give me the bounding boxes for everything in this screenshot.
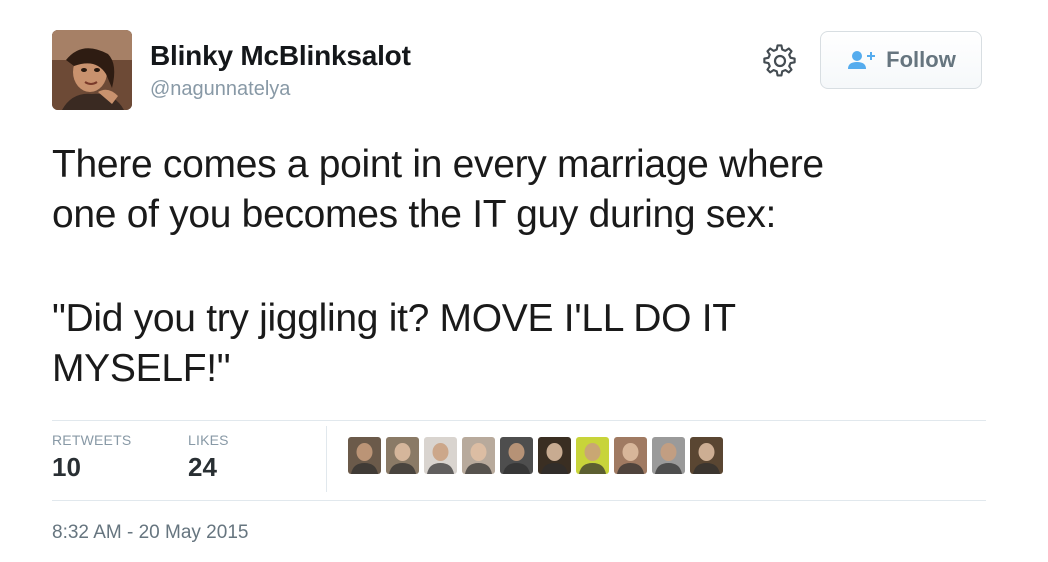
follow-label: Follow <box>886 47 956 72</box>
liker-avatar[interactable] <box>576 437 609 474</box>
tweet-paragraph-1: There comes a point in every marriage wh… <box>52 143 824 236</box>
tweet-card: Blinky McBlinksalot @nagunnatelya Follow… <box>0 0 1048 562</box>
likes-label: LIKES <box>188 432 229 448</box>
liker-avatar[interactable] <box>386 437 419 474</box>
liker-avatar[interactable] <box>462 437 495 474</box>
retweets-stat[interactable]: RETWEETS 10 <box>52 432 131 483</box>
liker-avatar[interactable] <box>424 437 457 474</box>
liker-avatar[interactable] <box>614 437 647 474</box>
liker-avatars <box>348 437 723 474</box>
likes-stat[interactable]: LIKES 24 <box>188 432 229 483</box>
tweet-paragraph-2: "Did you try jiggling it? MOVE I'LL DO I… <box>52 297 736 390</box>
liker-avatar[interactable] <box>500 437 533 474</box>
follow-button[interactable]: Follow <box>820 31 982 89</box>
tweet-text: There comes a point in every marriage wh… <box>52 140 982 394</box>
add-user-icon <box>848 51 876 69</box>
divider <box>52 420 986 421</box>
user-name[interactable]: Blinky McBlinksalot <box>150 40 411 72</box>
gear-icon[interactable] <box>763 44 797 78</box>
retweets-count: 10 <box>52 452 81 482</box>
stats-separator <box>326 426 327 492</box>
tweet-timestamp[interactable]: 8:32 AM - 20 May 2015 <box>52 522 248 544</box>
liker-avatar[interactable] <box>690 437 723 474</box>
avatar-photo <box>52 30 132 110</box>
liker-avatar[interactable] <box>348 437 381 474</box>
liker-avatar[interactable] <box>538 437 571 474</box>
user-handle[interactable]: @nagunnatelya <box>150 78 290 101</box>
retweets-label: RETWEETS <box>52 432 132 448</box>
avatar[interactable] <box>52 30 132 110</box>
liker-avatar[interactable] <box>652 437 685 474</box>
likes-count: 24 <box>188 452 217 482</box>
divider <box>52 500 986 501</box>
